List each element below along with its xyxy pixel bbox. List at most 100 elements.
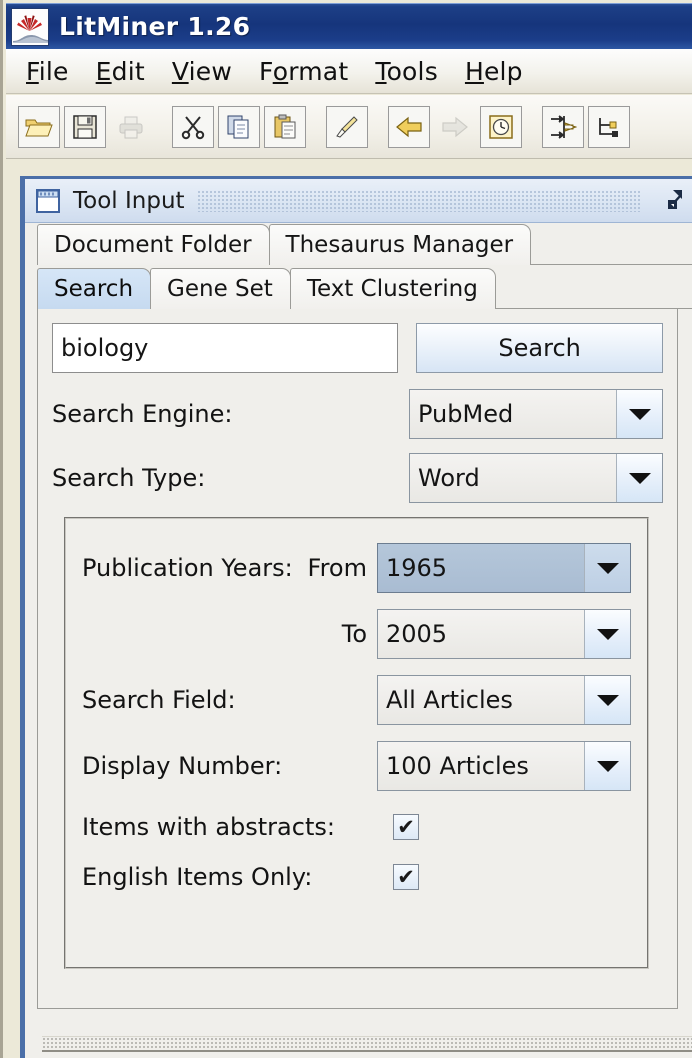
history-clock-icon: [489, 114, 513, 139]
checkmark-icon: ✔: [397, 864, 415, 889]
display-number-select[interactable]: 100 Articles: [377, 741, 631, 791]
tab-label: Gene Set: [167, 276, 273, 302]
publication-year-from-select[interactable]: 1965: [377, 543, 631, 593]
publication-year-to-value: 2005: [378, 610, 584, 658]
search-type-row: Search Type: Word: [52, 453, 663, 503]
search-button-label: Search: [498, 334, 581, 362]
items-with-abstracts-checkbox[interactable]: ✔: [393, 814, 419, 840]
search-type-select[interactable]: Word: [409, 453, 663, 503]
chevron-down-icon[interactable]: [584, 610, 630, 658]
litminer-app-icon: [11, 7, 49, 46]
copy-button[interactable]: [218, 105, 260, 148]
header-hatch-pattern: [196, 189, 642, 212]
forward-button[interactable]: [434, 106, 476, 148]
search-query-row: biology Search: [52, 323, 663, 373]
chevron-down-icon[interactable]: [584, 676, 630, 724]
align-arrows-icon: [551, 114, 577, 139]
menu-item-format[interactable]: Format: [259, 57, 348, 86]
search-engine-select[interactable]: PubMed: [409, 389, 663, 439]
publication-year-to-select[interactable]: 2005: [377, 609, 631, 659]
tab-gene-set[interactable]: Gene Set: [150, 268, 291, 309]
menu-item-edit[interactable]: Edit: [96, 57, 145, 86]
menu-bar: File Edit View Format Tools Help: [6, 49, 692, 94]
display-number-row: Display Number: 100 Articles: [82, 741, 631, 791]
litminer-application-window: LitMiner 1.26 File Edit View Format Tool…: [0, 0, 692, 1058]
tab-row-filler: [530, 224, 692, 265]
search-field-label: Search Field:: [82, 686, 236, 714]
history-button[interactable]: [480, 105, 522, 148]
title-bar: LitMiner 1.26: [6, 3, 692, 49]
tab-label: Search: [54, 276, 134, 302]
tab-text-clustering[interactable]: Text Clustering: [289, 268, 496, 309]
display-number-value: 100 Articles: [378, 742, 584, 790]
publication-years-from-row: Publication Years: From 1965: [82, 543, 631, 593]
tab-label: Text Clustering: [306, 276, 478, 302]
tool-input-panel: Tool Input Document Folder Thesaurus Man…: [20, 176, 692, 1058]
tab-label: Document Folder: [54, 232, 252, 258]
tab-search[interactable]: Search: [37, 268, 152, 309]
search-engine-label: Search Engine:: [52, 400, 233, 428]
panel-splitter[interactable]: [42, 1036, 692, 1052]
search-type-label: Search Type:: [52, 464, 206, 492]
toolbar: [6, 95, 692, 159]
tab-row-secondary: Search Gene Set Text Clustering: [37, 265, 692, 309]
tab-thesaurus-manager[interactable]: Thesaurus Manager: [268, 224, 532, 265]
chevron-down-icon[interactable]: [584, 544, 630, 592]
menu-item-file[interactable]: File: [26, 57, 69, 86]
to-label: To: [341, 620, 367, 648]
search-type-value: Word: [410, 454, 616, 502]
chevron-down-icon[interactable]: [616, 390, 662, 438]
tab-row-filler: [494, 268, 692, 309]
back-arrow-icon: [396, 116, 422, 137]
english-items-only-checkbox[interactable]: ✔: [393, 864, 419, 890]
forward-arrow-icon: [442, 116, 468, 137]
align-arrows-button[interactable]: [542, 105, 584, 148]
window-notepad-icon: [36, 188, 60, 213]
items-with-abstracts-label: Items with abstracts:: [82, 813, 335, 841]
menu-item-help[interactable]: Help: [465, 57, 523, 86]
checkmark-icon: ✔: [397, 814, 415, 839]
search-engine-value: PubMed: [410, 390, 616, 438]
format-painter-button[interactable]: [326, 105, 368, 148]
tab-document-folder[interactable]: Document Folder: [37, 224, 270, 265]
search-button[interactable]: Search: [416, 323, 663, 373]
menu-item-tools[interactable]: Tools: [375, 57, 438, 86]
open-folder-button[interactable]: [18, 105, 60, 148]
tab-strip: Document Folder Thesaurus Manager Search…: [25, 223, 692, 309]
cut-button[interactable]: [172, 105, 214, 148]
publication-year-from-value: 1965: [378, 544, 584, 592]
search-input[interactable]: biology: [52, 323, 399, 373]
search-engine-row: Search Engine: PubMed: [52, 389, 663, 439]
english-items-only-row: English Items Only: ✔: [82, 863, 631, 891]
publication-years-to-row: To 2005: [82, 609, 631, 659]
search-options-group: Publication Years: From 1965 To 2005 Sea…: [64, 517, 649, 969]
open-folder-icon: [25, 119, 53, 136]
paste-clipboard-icon: [274, 114, 296, 138]
publication-years-label: Publication Years:: [82, 554, 293, 582]
chevron-down-icon[interactable]: [616, 454, 662, 502]
expand-arrow-icon[interactable]: [654, 187, 684, 215]
paste-button[interactable]: [264, 105, 306, 148]
chevron-down-icon[interactable]: [584, 742, 630, 790]
paintbrush-icon: [336, 115, 358, 138]
tool-input-title: Tool Input: [73, 187, 185, 214]
search-field-row: Search Field: All Articles: [82, 675, 631, 725]
tab-label: Thesaurus Manager: [285, 232, 514, 258]
print-button[interactable]: [110, 106, 152, 148]
search-tab-content: biology Search Search Engine: PubMed Sea…: [37, 309, 678, 1009]
print-icon: [119, 116, 143, 138]
back-button[interactable]: [388, 105, 430, 148]
display-number-label: Display Number:: [82, 752, 283, 780]
tree-node-icon: [599, 117, 618, 137]
copy-icon: [227, 115, 249, 138]
cut-scissors-icon: [181, 115, 205, 139]
search-field-select[interactable]: All Articles: [377, 675, 631, 725]
river-curve-icon: [13, 34, 48, 43]
tree-node-button[interactable]: [588, 105, 630, 148]
from-label: From: [307, 554, 367, 582]
save-floppy-icon: [73, 114, 97, 139]
save-button[interactable]: [64, 105, 106, 148]
tab-row-primary: Document Folder Thesaurus Manager: [37, 223, 692, 265]
search-field-value: All Articles: [378, 676, 584, 724]
menu-item-view[interactable]: View: [172, 57, 232, 86]
